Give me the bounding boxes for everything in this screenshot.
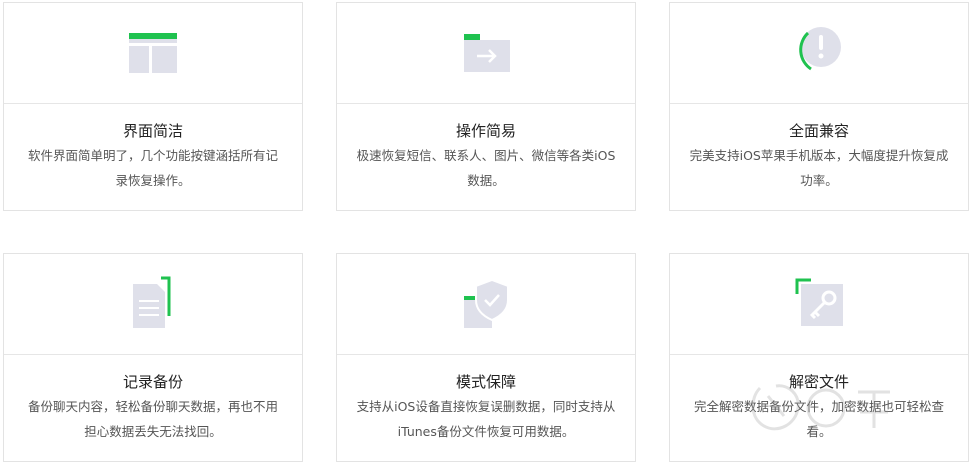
feature-icon-area — [337, 254, 635, 355]
feature-title: 界面简洁 — [122, 122, 183, 140]
feature-description: 完全解密数据备份文件，加密数据也可轻松查看。 — [693, 399, 944, 439]
feature-icon-area — [4, 254, 302, 355]
feature-description: 备份聊天内容，轻松备份聊天数据，再也不用担心数据丢失无法找回。 — [27, 399, 278, 439]
feature-card-decrypt-files: 解密文件 完全解密数据备份文件，加密数据也可轻松查看。 — [669, 253, 969, 462]
feature-icon-area — [670, 254, 968, 355]
feature-title: 记录备份 — [122, 373, 183, 391]
feature-card-record-backup: 记录备份 备份聊天内容，轻松备份聊天数据，再也不用担心数据丢失无法找回。 — [3, 253, 303, 462]
shield-check-icon — [464, 278, 509, 328]
feature-description: 软件界面简单明了，几个功能按键涵括所有记录恢复操作。 — [27, 148, 278, 188]
feature-icon-area — [4, 3, 302, 104]
folder-arrow-icon — [464, 34, 510, 72]
feature-card-easy-operation: 操作简易 极速恢复短信、联系人、图片、微信等各类iOS数据。 — [336, 2, 636, 211]
layout-icon — [129, 33, 177, 73]
feature-description: 完美支持iOS苹果手机版本，大幅度提升恢复成功率。 — [689, 148, 949, 188]
feature-description: 极速恢复短信、联系人、图片、微信等各类iOS数据。 — [356, 148, 616, 188]
alert-circle-icon — [799, 27, 841, 71]
feature-icon-area — [337, 3, 635, 104]
document-icon — [133, 276, 171, 328]
feature-card-full-compatibility: 全面兼容 完美支持iOS苹果手机版本，大幅度提升恢复成功率。 — [669, 2, 969, 211]
feature-description: 支持从iOS设备直接恢复误删数据，同时支持从iTunes备份文件恢复可用数据。 — [356, 399, 616, 439]
feature-title: 操作简易 — [455, 122, 516, 140]
feature-card-mode-guarantee: 模式保障 支持从iOS设备直接恢复误删数据，同时支持从iTunes备份文件恢复可… — [336, 253, 636, 462]
feature-card-simple-ui: 界面简洁 软件界面简单明了，几个功能按键涵括所有记录恢复操作。 — [3, 2, 303, 211]
feature-title: 模式保障 — [455, 373, 516, 391]
key-icon — [795, 278, 843, 326]
feature-title: 全面兼容 — [788, 122, 849, 140]
feature-icon-area — [670, 3, 968, 104]
feature-title: 解密文件 — [788, 373, 849, 391]
